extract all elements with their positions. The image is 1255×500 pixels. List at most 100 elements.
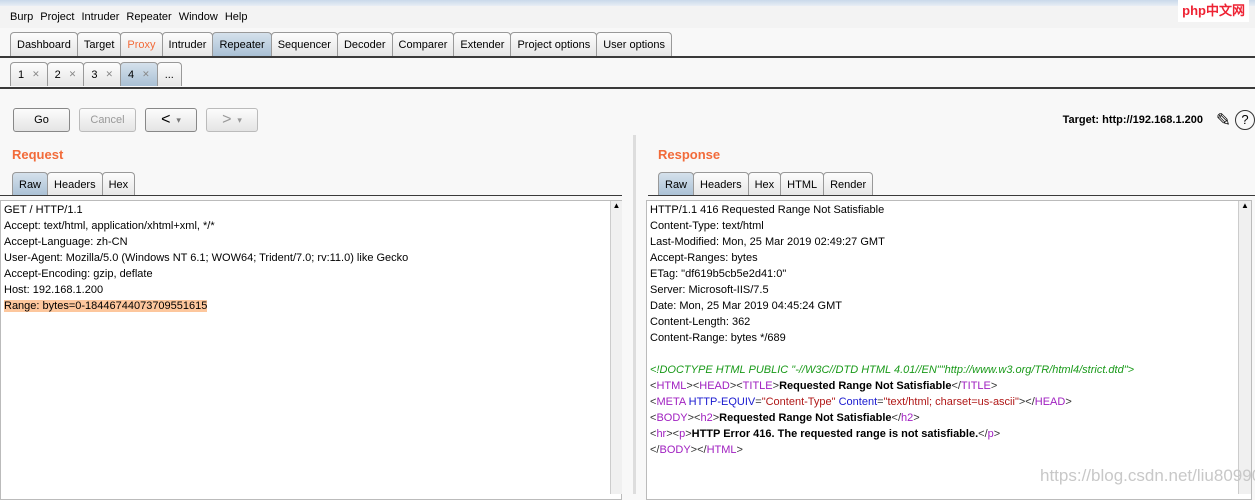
close-icon[interactable]: ✕	[142, 69, 150, 80]
html-token: h2	[901, 412, 914, 424]
html-token: HEAD	[699, 380, 730, 392]
response-tab-hex[interactable]: Hex	[747, 172, 782, 196]
close-icon[interactable]: ✕	[105, 69, 113, 80]
tab-dashboard[interactable]: Dashboard	[10, 32, 78, 56]
html-token: "Content-Type"	[761, 396, 836, 408]
response-scrollbar[interactable]: ▲	[1238, 201, 1251, 494]
response-body-line: <META HTTP-EQUIV="Content-Type" Content=…	[650, 394, 1248, 410]
response-body-line: <!DOCTYPE HTML PUBLIC "-//W3C//DTD HTML …	[650, 362, 1248, 378]
html-token: BODY	[656, 412, 688, 424]
menu-intruder[interactable]: Intruder	[82, 11, 120, 23]
tab-target[interactable]: Target	[76, 32, 122, 56]
request-line-text: Range: bytes=0-18446744073709551615	[4, 300, 208, 312]
response-body-line: <hr><p>HTTP Error 416. The requested ran…	[650, 426, 1248, 442]
tab-sequencer[interactable]: Sequencer	[270, 32, 338, 56]
request-line-text: Accept-Encoding: gzip, deflate	[4, 268, 153, 280]
response-header-line: Content-Range: bytes */689	[650, 332, 786, 344]
request-line: User-Agent: Mozilla/5.0 (Windows NT 6.1;…	[4, 250, 618, 266]
response-viewer[interactable]: HTTP/1.1 416 Requested Range Not Satisfi…	[646, 200, 1252, 500]
html-token: </	[951, 380, 961, 392]
html-token: ><	[687, 412, 701, 424]
request-line-text: Accept-Language: zh-CN	[4, 236, 128, 248]
html-token: >	[913, 412, 920, 424]
tab-project-options[interactable]: Project options	[510, 32, 598, 56]
split-divider[interactable]	[633, 135, 636, 494]
dropdown-icon: ▾	[237, 114, 242, 125]
response-tab-html[interactable]: HTML	[780, 172, 825, 196]
request-editor[interactable]: GET / HTTP/1.1 Accept: text/html, applica…	[0, 200, 622, 500]
menu-bar: Burp Project Intruder Repeater Window Help	[0, 6, 1255, 28]
repeater-tab-2[interactable]: 2 ✕	[46, 62, 85, 86]
menu-window[interactable]: Window	[179, 11, 218, 23]
request-line: Accept-Language: zh-CN	[4, 234, 618, 250]
menu-help[interactable]: Help	[225, 11, 248, 23]
repeater-tab-3[interactable]: 3 ✕	[83, 62, 122, 86]
close-icon[interactable]: ✕	[69, 69, 77, 80]
tab-proxy[interactable]: Proxy	[120, 32, 163, 56]
tab-user-options[interactable]: User options	[596, 32, 672, 56]
tab-extender[interactable]: Extender	[453, 32, 512, 56]
back-icon: <	[161, 111, 171, 128]
divider	[0, 56, 1255, 58]
response-header-line: Server: Microsoft-IIS/7.5	[650, 284, 769, 296]
menu-repeater[interactable]: Repeater	[126, 11, 171, 23]
html-token: hr	[656, 428, 667, 440]
repeater-tab-4[interactable]: 4 ✕	[120, 62, 158, 86]
request-line: Range: bytes=0-18446744073709551615	[4, 298, 618, 314]
new-tab-button[interactable]: ...	[156, 62, 182, 86]
menu-project[interactable]: Project	[40, 11, 74, 23]
php-logo: php中文网	[1178, 0, 1249, 22]
html-token: TITLE	[742, 380, 773, 392]
edit-pencil-icon[interactable]: ✎	[1216, 110, 1231, 131]
html-token: </	[891, 412, 902, 424]
html-token: HTTP-EQUIV	[685, 396, 756, 408]
html-token: HEAD	[1034, 396, 1066, 408]
html-token: Content	[835, 396, 878, 408]
request-line-text: User-Agent: Mozilla/5.0 (Windows NT 6.1;…	[4, 252, 409, 264]
tab-decoder[interactable]: Decoder	[336, 32, 393, 56]
dropdown-icon: ▾	[176, 114, 181, 125]
html-token: TITLE	[960, 380, 991, 392]
response-tab-raw[interactable]: Raw	[658, 172, 695, 196]
html-token: META	[656, 396, 686, 408]
html-token: ><	[666, 428, 680, 440]
tab-comparer[interactable]: Comparer	[391, 32, 455, 56]
response-header-line	[650, 346, 1248, 362]
request-line: GET / HTTP/1.1	[4, 202, 618, 218]
divider	[648, 195, 1255, 196]
response-tab-render[interactable]: Render	[823, 172, 874, 196]
help-icon[interactable]: ?	[1235, 110, 1255, 130]
html-token: >	[736, 444, 743, 456]
tab-label: 4	[128, 68, 135, 81]
response-view-tabs: Raw Headers Hex HTML Render	[658, 172, 874, 196]
request-scrollbar[interactable]: ▲	[610, 201, 622, 494]
tab-intruder[interactable]: Intruder	[161, 32, 214, 56]
request-view-tabs: Raw Headers Hex	[12, 172, 136, 196]
tab-repeater[interactable]: Repeater	[212, 32, 272, 56]
response-body-line: </BODY></HTML>	[650, 442, 1248, 458]
close-icon[interactable]: ✕	[32, 69, 40, 80]
html-token: HTTP Error 416. The requested range is n…	[691, 428, 979, 440]
tab-label: 1	[18, 68, 25, 81]
tab-label: 3	[91, 68, 98, 81]
divider	[0, 195, 622, 196]
response-header-line: Last-Modified: Mon, 25 Mar 2019 02:49:27…	[650, 236, 885, 248]
request-tab-headers[interactable]: Headers	[47, 172, 103, 196]
request-line: Accept-Encoding: gzip, deflate	[4, 266, 618, 282]
html-token: >	[990, 380, 998, 392]
request-tab-hex[interactable]: Hex	[101, 172, 136, 196]
html-token: ><	[686, 380, 700, 392]
back-button[interactable]: < ▾	[145, 108, 197, 132]
forward-button[interactable]: > ▾	[206, 108, 258, 132]
menu-burp[interactable]: Burp	[10, 11, 33, 23]
response-header-line: Content-Length: 362	[650, 316, 751, 328]
html-token: "text/html; charset=us-ascii"	[883, 396, 1019, 408]
go-button[interactable]: Go	[13, 108, 70, 132]
request-tab-raw[interactable]: Raw	[12, 172, 49, 196]
cancel-button[interactable]: Cancel	[79, 108, 136, 132]
response-tab-headers[interactable]: Headers	[693, 172, 749, 196]
html-token: ><	[729, 380, 743, 392]
request-title: Request	[12, 147, 64, 162]
repeater-tab-1[interactable]: 1 ✕	[10, 62, 48, 86]
html-token: ></	[1018, 396, 1035, 408]
